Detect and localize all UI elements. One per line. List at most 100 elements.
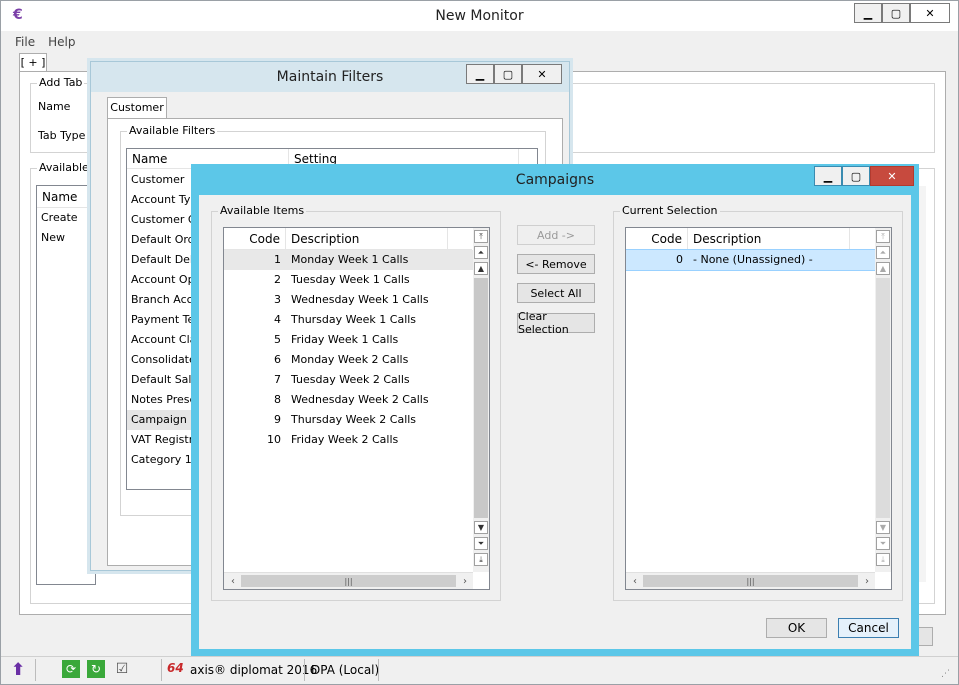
available-item-row-code: 7 [274, 373, 281, 386]
current-scroll-top-icon[interactable]: ⤒ [876, 230, 890, 243]
filters-maximize-button[interactable]: ▢ [494, 64, 522, 84]
current-item-row[interactable]: 0 - None (Unassigned) - [626, 249, 876, 271]
name-label: Name [38, 100, 71, 113]
available-item-row-code: 1 [274, 253, 281, 266]
select-all-button[interactable]: Select All [517, 283, 595, 303]
refresh-icon[interactable]: ⟳ [62, 660, 80, 678]
available-tabs-list[interactable]: Name Create New [36, 185, 96, 585]
available-hscroll-thumb[interactable]: ||| [241, 575, 456, 587]
tab-plus[interactable]: [ + ] [19, 53, 47, 72]
available-filters-label: Available Filters [127, 124, 218, 137]
available-item-row[interactable]: 6 Monday Week 2 Calls [224, 350, 473, 370]
available-item-row[interactable]: 2 Tuesday Week 1 Calls [224, 270, 473, 290]
menu-help[interactable]: Help [48, 35, 75, 51]
current-scroll-bottom-icon[interactable]: ⤓ [876, 553, 890, 566]
filters-close-button[interactable]: ✕ [522, 64, 562, 84]
available-item-row-description: Friday Week 2 Calls [291, 433, 399, 446]
current-selection-list[interactable]: Code Description 0- None (Unassigned) - … [625, 227, 892, 590]
up-arrow-icon[interactable]: ⬆ [11, 660, 29, 680]
available-item-row-description: Tuesday Week 1 Calls [291, 273, 410, 286]
available-scroll-pageup-icon[interactable]: ⏶ [474, 246, 488, 259]
available-items-header: Code Description [224, 228, 472, 250]
available-item-row[interactable]: 4 Thursday Week 1 Calls [224, 310, 473, 330]
main-minimize-button[interactable]: ▁ [854, 3, 882, 23]
current-scroll-pageup-icon[interactable]: ⏶ [876, 246, 890, 259]
available-tabs-row-label: Create New [41, 211, 78, 244]
available-header-code: Code [224, 228, 286, 250]
available-items-list[interactable]: Code Description 1 Monday Week 1 Calls 2 Tu… [223, 227, 490, 590]
database-name: DPA (Local) [311, 663, 380, 677]
filters-titlebar: Maintain Filters ▁ ▢ ✕ [91, 62, 569, 92]
current-scroll-pagedown-icon[interactable]: ⏷ [876, 537, 890, 550]
main-close-button[interactable]: ✕ [910, 3, 950, 23]
filters-tab-customer-label: Customer [110, 101, 164, 114]
available-item-row-code: 2 [274, 273, 281, 286]
add-button[interactable]: Add -> [517, 225, 595, 245]
campaigns-window: Campaigns ▁ ▢ ✕ Available Items Code Des… [191, 164, 919, 656]
remove-button[interactable]: <- Remove [517, 254, 595, 274]
available-item-row[interactable]: 8 Wednesday Week 2 Calls [224, 390, 473, 410]
menu-file[interactable]: File [15, 35, 35, 51]
filters-tab-customer[interactable]: Customer [107, 97, 167, 119]
available-item-row[interactable]: 3 Wednesday Week 1 Calls [224, 290, 473, 310]
current-scroll-down-icon[interactable]: ▼ [876, 521, 890, 534]
filters-title: Maintain Filters [276, 69, 384, 85]
available-item-row-description: Thursday Week 1 Calls [291, 313, 417, 326]
available-item-row-description: Tuesday Week 2 Calls [291, 373, 410, 386]
current-hscroll[interactable]: ‹ ||| › [626, 572, 875, 589]
available-scroll-up-icon[interactable]: ▲ [474, 262, 488, 275]
available-scroll-bottom-icon[interactable]: ⤓ [474, 553, 488, 566]
campaigns-body: Available Items Code Description 1 Monday… [199, 195, 911, 649]
refresh-all-icon[interactable]: ↻ [87, 660, 105, 678]
available-item-row-description: Wednesday Week 1 Calls [291, 293, 429, 306]
campaigns-maximize-button[interactable]: ▢ [842, 166, 870, 186]
available-item-row[interactable]: 7 Tuesday Week 2 Calls [224, 370, 473, 390]
current-hscroll-thumb[interactable]: ||| [643, 575, 858, 587]
available-tabs-row[interactable]: Create New [37, 208, 95, 244]
available-item-row-code: 4 [274, 313, 281, 326]
available-scroll-pagedown-icon[interactable]: ⏷ [474, 537, 488, 550]
filter-row-name: VAT Registra [131, 433, 200, 446]
filter-row-name: Account Typ [131, 193, 198, 206]
product-name: axis® diplomat 2016 [190, 663, 318, 677]
current-scroll-left-icon[interactable]: ‹ [627, 573, 643, 589]
available-item-row[interactable]: 9 Thursday Week 2 Calls [224, 410, 473, 430]
available-items-label: Available Items [218, 204, 307, 217]
resize-grip-icon[interactable]: ⋰ [941, 669, 950, 679]
campaigns-minimize-button[interactable]: ▁ [814, 166, 842, 186]
checklist-icon[interactable]: ☑ [113, 660, 131, 678]
available-scroll-down-icon[interactable]: ▼ [474, 521, 488, 534]
current-scroll-up-icon[interactable]: ▲ [876, 262, 890, 275]
current-item-row-code: 0 [676, 253, 683, 266]
available-scroll-right-icon[interactable]: › [457, 573, 473, 589]
available-item-row-code: 5 [274, 333, 281, 346]
available-item-row[interactable]: 1 Monday Week 1 Calls [224, 250, 473, 270]
status-divider-4 [378, 659, 379, 681]
campaigns-title: Campaigns [515, 171, 595, 188]
current-scroll-track[interactable] [876, 278, 890, 518]
filters-minimize-button[interactable]: ▁ [466, 64, 494, 84]
tab-type-label: Tab Type [38, 129, 86, 142]
available-item-row[interactable]: 10 Friday Week 2 Calls [224, 430, 473, 450]
current-scroll-right-icon[interactable]: › [859, 573, 875, 589]
available-item-row-description: Monday Week 2 Calls [291, 353, 409, 366]
current-header-description: Description [688, 228, 850, 250]
main-maximize-button[interactable]: ▢ [882, 3, 910, 23]
cancel-button[interactable]: Cancel [838, 618, 899, 638]
available-vscroll[interactable]: ⤒ ⏶ ▲ ▼ ⏷ ⤓ [473, 228, 489, 572]
badge-64: 64 [167, 661, 184, 675]
available-scroll-left-icon[interactable]: ‹ [225, 573, 241, 589]
available-scroll-thumb[interactable] [474, 278, 488, 518]
current-vscroll[interactable]: ⤒ ⏶ ▲ ▼ ⏷ ⤓ [875, 228, 891, 572]
status-divider-3 [304, 659, 305, 681]
filter-row-name: Branch Acco [131, 293, 200, 306]
available-hscroll[interactable]: ‹ ||| › [224, 572, 473, 589]
available-items-group: Available Items Code Description 1 Monday… [211, 204, 501, 601]
available-scroll-top-icon[interactable]: ⤒ [474, 230, 488, 243]
add-tab-group-label: Add Tab [37, 76, 85, 89]
campaigns-close-button[interactable]: ✕ [870, 166, 914, 186]
available-item-row[interactable]: 5 Friday Week 1 Calls [224, 330, 473, 350]
ok-button[interactable]: OK [766, 618, 827, 638]
filter-row-name: Campaign [131, 413, 187, 426]
clear-selection-button[interactable]: Clear Selection [517, 310, 595, 336]
